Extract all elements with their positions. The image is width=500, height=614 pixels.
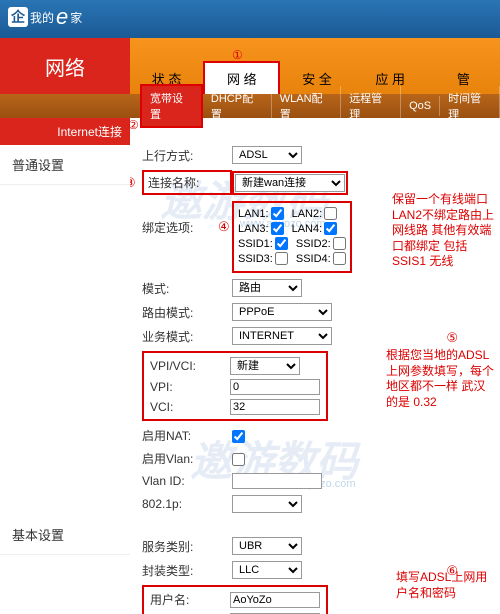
- input-vlanid[interactable]: [232, 473, 322, 489]
- sidebar: Internet连接 普通设置 基本设置: [0, 118, 130, 614]
- input-vci[interactable]: [230, 399, 320, 415]
- annotation-1: ①: [232, 48, 243, 64]
- select-svctype[interactable]: UBR: [232, 537, 302, 555]
- sidebar-general[interactable]: 普通设置: [0, 145, 130, 185]
- label-bizmode: 业务模式:: [142, 328, 232, 345]
- select-encap[interactable]: LLC: [232, 561, 302, 579]
- top-bar: 企 我的 e 家: [0, 0, 500, 38]
- annotation-4: ④: [218, 219, 230, 235]
- select-mode[interactable]: 路由: [232, 279, 302, 297]
- cb-lan3[interactable]: [271, 222, 284, 235]
- label-vpivci: VPI/VCI:: [150, 359, 230, 373]
- label-vlan: 启用Vlan:: [142, 450, 232, 467]
- cb-lan2[interactable]: [324, 207, 337, 220]
- label-vci: VCI:: [150, 400, 230, 414]
- label-8021p: 802.1p:: [142, 497, 232, 511]
- select-routemode[interactable]: PPPoE: [232, 303, 332, 321]
- logo-suffix: 家: [70, 9, 82, 26]
- cb-lan4[interactable]: [324, 222, 337, 235]
- label-routemode: 路由模式:: [142, 304, 232, 321]
- note-user: 填写ADSL上网用户名和密码: [396, 570, 496, 601]
- bind-options-box: LAN1: LAN2: LAN3: LAN4: SSID1: SSID2: SS…: [232, 201, 352, 273]
- cb-ssid1[interactable]: [275, 237, 288, 250]
- label-connname: 连接名称:: [142, 170, 232, 195]
- input-user[interactable]: [230, 592, 320, 608]
- sidebar-header: Internet连接: [0, 118, 130, 145]
- select-connname[interactable]: 新建wan连接: [235, 174, 345, 192]
- label-uplink: 上行方式:: [142, 147, 232, 164]
- label-vpi: VPI:: [150, 380, 230, 394]
- logo: 企 我的 e 家: [8, 4, 492, 30]
- label-user: 用户名:: [150, 591, 230, 608]
- annotation-3: ③: [130, 175, 136, 191]
- select-8021p[interactable]: [232, 495, 302, 513]
- cb-nat[interactable]: [232, 430, 245, 443]
- label-mode: 模式:: [142, 280, 232, 297]
- sub-nav: 宽带设置 DHCP配置 WLAN配置 远程管理 QoS 时间管理: [0, 94, 500, 118]
- cb-lan1[interactable]: [271, 207, 284, 220]
- select-bizmode[interactable]: INTERNET: [232, 327, 332, 345]
- cb-vlan[interactable]: [232, 453, 245, 466]
- cb-ssid4[interactable]: [333, 252, 346, 265]
- input-vpi[interactable]: [230, 379, 320, 395]
- logo-text: 我的: [30, 9, 54, 26]
- subnav-qos[interactable]: QoS: [401, 96, 440, 116]
- label-svctype: 服务类别:: [142, 538, 232, 555]
- note-vpi: 根据您当地的ADSL上网参数填写，每个地区都不一样 武汉的是 0.32: [386, 348, 496, 410]
- select-uplink[interactable]: ADSL: [232, 146, 302, 164]
- sidebar-basic[interactable]: 基本设置: [0, 515, 130, 555]
- label-vlanid: Vlan ID:: [142, 474, 232, 488]
- cb-ssid2[interactable]: [333, 237, 346, 250]
- nav-current: 网络: [0, 38, 130, 94]
- note-bind: 保留一个有线端口LAN2不绑定路由上网线路 其他有效端口都绑定 包括SSIS1 …: [392, 192, 496, 270]
- annotation-2: ②: [128, 118, 139, 134]
- logo-icon: 企: [8, 7, 28, 27]
- logo-e: e: [56, 4, 68, 30]
- select-vpivci[interactable]: 新建: [230, 357, 300, 375]
- label-encap: 封装类型:: [142, 562, 232, 579]
- label-nat: 启用NAT:: [142, 427, 232, 444]
- cb-ssid3[interactable]: [275, 252, 288, 265]
